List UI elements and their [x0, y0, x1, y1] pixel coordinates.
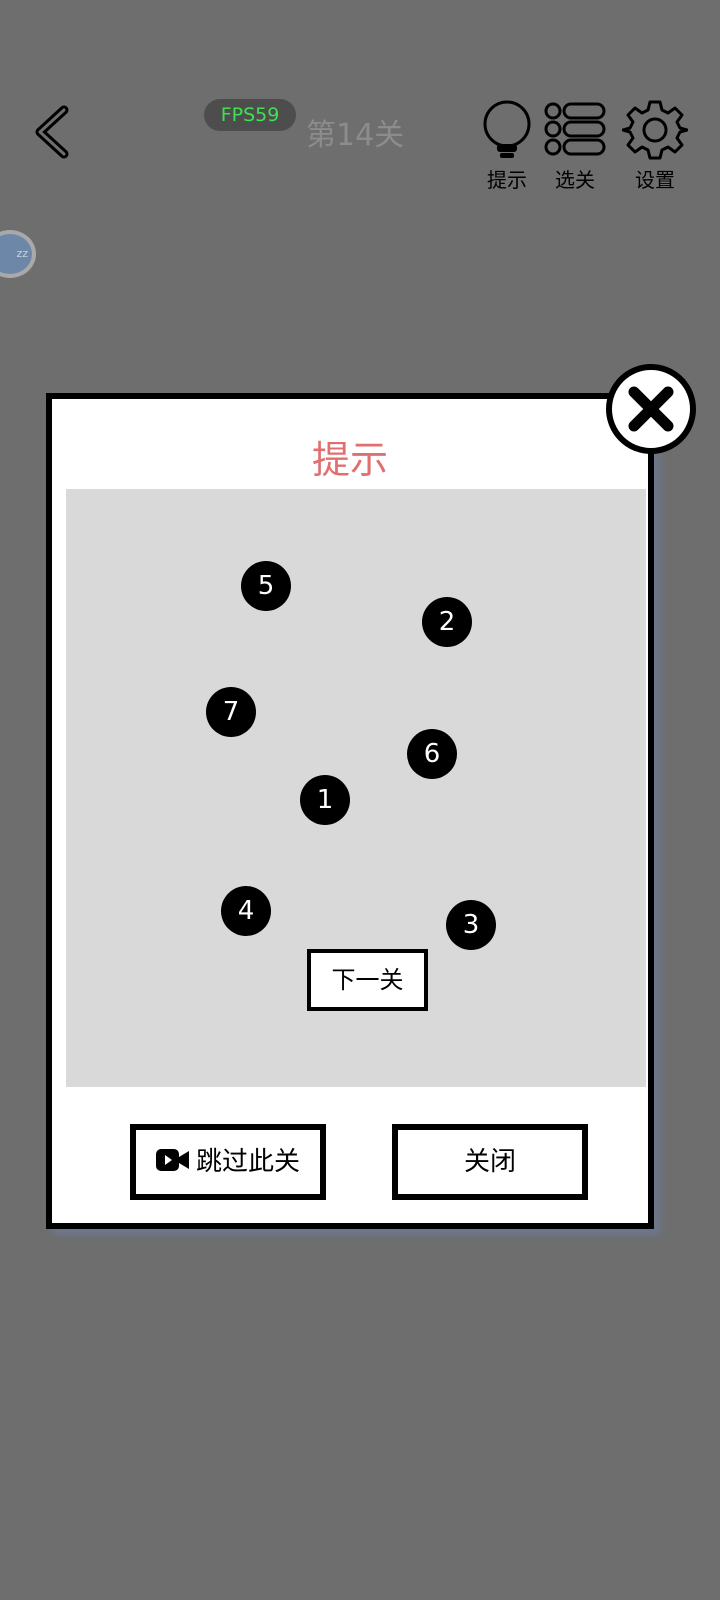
gear-icon: [622, 100, 688, 160]
close-icon: [628, 386, 674, 432]
back-button[interactable]: [28, 104, 80, 160]
hint-dot: 5: [241, 561, 291, 611]
settings-label: 设置: [635, 168, 675, 192]
hint-button[interactable]: 提示: [472, 100, 542, 192]
settings-button[interactable]: 设置: [620, 100, 690, 192]
hint-area: 5 2 7 6 1 4 3 下一关: [66, 489, 646, 1087]
close-x-button[interactable]: [606, 364, 696, 454]
next-level-button[interactable]: 下一关: [307, 949, 428, 1011]
side-badge[interactable]: zz: [0, 230, 36, 278]
chevron-left-icon: [35, 105, 69, 159]
game-screen: FPS59 第14关 提示 选关 设置 zz 提示 5 2 7 6 1 4 3 …: [0, 0, 720, 1600]
dialog-title: 提示: [311, 438, 388, 482]
hint-dialog: 提示 5 2 7 6 1 4 3 下一关 跳过此关 关闭: [46, 393, 654, 1229]
hint-dot: 1: [300, 775, 350, 825]
skip-level-label: 跳过此关: [195, 1147, 300, 1177]
hint-dot: 2: [422, 597, 472, 647]
list-icon: [544, 102, 606, 156]
level-select-button[interactable]: 选关: [540, 100, 610, 192]
skip-level-button[interactable]: 跳过此关: [130, 1124, 326, 1200]
level-select-label: 选关: [555, 168, 595, 192]
level-title: 第14关: [306, 118, 405, 153]
hint-dot: 3: [446, 900, 496, 950]
hint-dot: 4: [221, 886, 271, 936]
close-dialog-button[interactable]: 关闭: [392, 1124, 588, 1200]
hint-label: 提示: [487, 168, 527, 192]
video-camera-icon: [155, 1148, 189, 1171]
hint-dot: 6: [407, 729, 457, 779]
hint-dot: 7: [206, 687, 256, 737]
fps-badge: FPS59: [204, 99, 296, 131]
lightbulb-icon: [483, 100, 531, 158]
